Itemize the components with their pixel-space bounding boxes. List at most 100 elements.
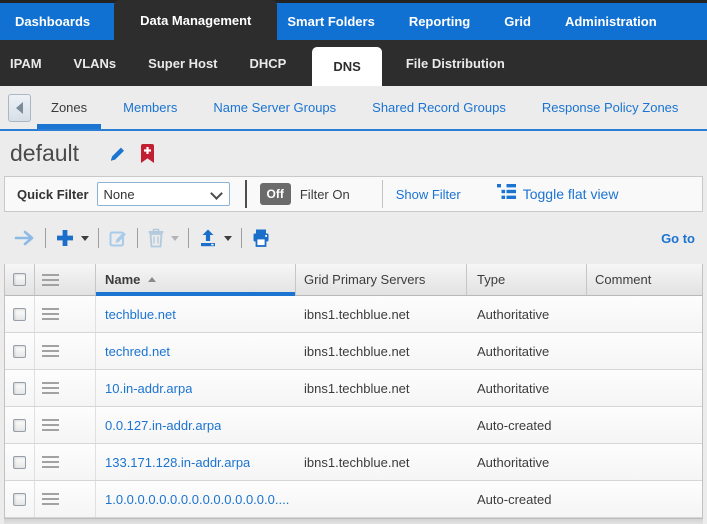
row-checkbox[interactable] [13, 345, 26, 358]
tab-members[interactable]: Members [109, 86, 191, 129]
toolbar-divider [137, 228, 138, 248]
filter-divider-2 [382, 180, 383, 208]
zone-name-link[interactable]: techblue.net [105, 307, 176, 322]
table-row: techblue.net ibns1.techblue.net Authorit… [5, 296, 702, 333]
add-menu-caret-icon [81, 236, 89, 241]
toggle-flat-view-link[interactable]: Toggle flat view [523, 186, 619, 202]
bookmark-add-icon [140, 144, 155, 163]
hamburger-icon[interactable] [42, 308, 59, 320]
subnav-file-distribution[interactable]: File Distribution [406, 40, 505, 86]
zone-name-cell: techblue.net [96, 296, 296, 332]
zone-type-cell: Authoritative [467, 333, 587, 369]
subnav-vlans[interactable]: VLANs [74, 40, 117, 86]
quick-filter-bar: Quick Filter None Off Filter On Show Fil… [4, 176, 703, 212]
quick-filter-select-wrap: None [97, 182, 230, 206]
printer-icon [251, 228, 271, 248]
show-filter-link[interactable]: Show Filter [396, 187, 461, 202]
row-select-cell [5, 296, 35, 332]
select-all-checkbox[interactable] [13, 273, 26, 286]
filter-off-toggle[interactable]: Off [260, 183, 291, 205]
row-handle-cell [35, 333, 96, 369]
add-icon [55, 228, 75, 248]
row-checkbox[interactable] [13, 419, 26, 432]
hamburger-icon[interactable] [42, 274, 59, 286]
column-header-type-label: Type [477, 272, 505, 287]
hamburger-icon[interactable] [42, 382, 59, 394]
print-button[interactable] [251, 228, 271, 248]
nav-administration[interactable]: Administration [565, 14, 657, 29]
row-select-cell [5, 444, 35, 480]
hamburger-icon[interactable] [42, 493, 59, 505]
row-checkbox[interactable] [13, 493, 26, 506]
export-icon [198, 228, 218, 248]
hamburger-icon[interactable] [42, 456, 59, 468]
row-checkbox[interactable] [13, 456, 26, 469]
quick-filter-select[interactable]: None [97, 182, 230, 206]
table-header-row: Name Grid Primary Servers Type Comment [5, 264, 702, 296]
primary-nav: Dashboards Data Management Smart Folders… [0, 3, 707, 40]
zone-name-link[interactable]: 0.0.127.in-addr.arpa [105, 418, 221, 433]
zone-type-cell: Auto-created [467, 481, 587, 517]
zone-name-link[interactable]: 1.0.0.0.0.0.0.0.0.0.0.0.0.0.0.0.... [105, 492, 289, 507]
column-header-name[interactable]: Name [96, 264, 296, 295]
toolbar-divider [188, 228, 189, 248]
column-header-comment-label: Comment [595, 272, 651, 287]
flat-view-icon[interactable] [497, 184, 516, 205]
row-checkbox[interactable] [13, 308, 26, 321]
tab-zones[interactable]: Zones [37, 86, 101, 129]
export-menu-caret-icon [224, 236, 232, 241]
zone-name-cell: 1.0.0.0.0.0.0.0.0.0.0.0.0.0.0.0.... [96, 481, 296, 517]
select-all-cell [5, 264, 35, 295]
edit-icon [108, 228, 128, 248]
zone-name-cell: 0.0.127.in-addr.arpa [96, 407, 296, 443]
row-handle-cell [35, 296, 96, 332]
column-header-type[interactable]: Type [467, 264, 587, 295]
nav-data-management[interactable]: Data Management [114, 0, 277, 40]
subnav-dhcp[interactable]: DHCP [250, 40, 287, 86]
add-button[interactable] [55, 228, 89, 248]
tab-response-policy-zones[interactable]: Response Policy Zones [528, 86, 693, 129]
column-header-comment[interactable]: Comment [587, 264, 702, 295]
column-header-gps-label: Grid Primary Servers [304, 272, 425, 287]
subnav-ipam[interactable]: IPAM [10, 40, 42, 86]
zone-name-cell: 10.in-addr.arpa [96, 370, 296, 406]
hamburger-icon[interactable] [42, 419, 59, 431]
back-button[interactable] [8, 94, 31, 122]
bookmark-add-button[interactable] [140, 144, 155, 163]
sort-ascending-icon [148, 277, 156, 282]
zone-name-link[interactable]: 133.171.128.in-addr.arpa [105, 455, 250, 470]
edit-title-button[interactable] [107, 144, 127, 164]
title-row: default [0, 131, 707, 176]
row-select-cell [5, 407, 35, 443]
app-window: Dashboards Data Management Smart Folders… [0, 0, 707, 524]
trash-icon [147, 228, 165, 248]
open-button[interactable] [14, 228, 36, 248]
comment-cell [587, 370, 702, 406]
toolbar-divider [241, 228, 242, 248]
row-handle-cell [35, 481, 96, 517]
subnav-super-host[interactable]: Super Host [148, 40, 217, 86]
table-row: techred.net ibns1.techblue.net Authorita… [5, 333, 702, 370]
export-button[interactable] [198, 228, 232, 248]
comment-cell [587, 296, 702, 332]
delete-button[interactable] [147, 228, 179, 248]
column-header-grid-primary-servers[interactable]: Grid Primary Servers [296, 264, 467, 295]
goto-link[interactable]: Go to [661, 231, 695, 246]
zone-name-link[interactable]: 10.in-addr.arpa [105, 381, 192, 396]
hamburger-icon[interactable] [42, 345, 59, 357]
nav-dashboards[interactable]: Dashboards [15, 14, 90, 29]
nav-reporting[interactable]: Reporting [409, 14, 470, 29]
subnav-dns[interactable]: DNS [312, 47, 381, 86]
zone-name-link[interactable]: techred.net [105, 344, 170, 359]
table-bottom-edge [4, 518, 703, 524]
edit-button[interactable] [108, 228, 128, 248]
nav-grid[interactable]: Grid [504, 14, 531, 29]
nav-smart-folders[interactable]: Smart Folders [287, 14, 374, 29]
chevron-left-icon [16, 102, 23, 114]
tab-name-server-groups[interactable]: Name Server Groups [199, 86, 350, 129]
tab-shared-record-groups[interactable]: Shared Record Groups [358, 86, 520, 129]
grid-primary-cell [296, 481, 467, 517]
row-checkbox[interactable] [13, 382, 26, 395]
filter-on-label: Filter On [300, 187, 350, 202]
row-handle-cell [35, 444, 96, 480]
